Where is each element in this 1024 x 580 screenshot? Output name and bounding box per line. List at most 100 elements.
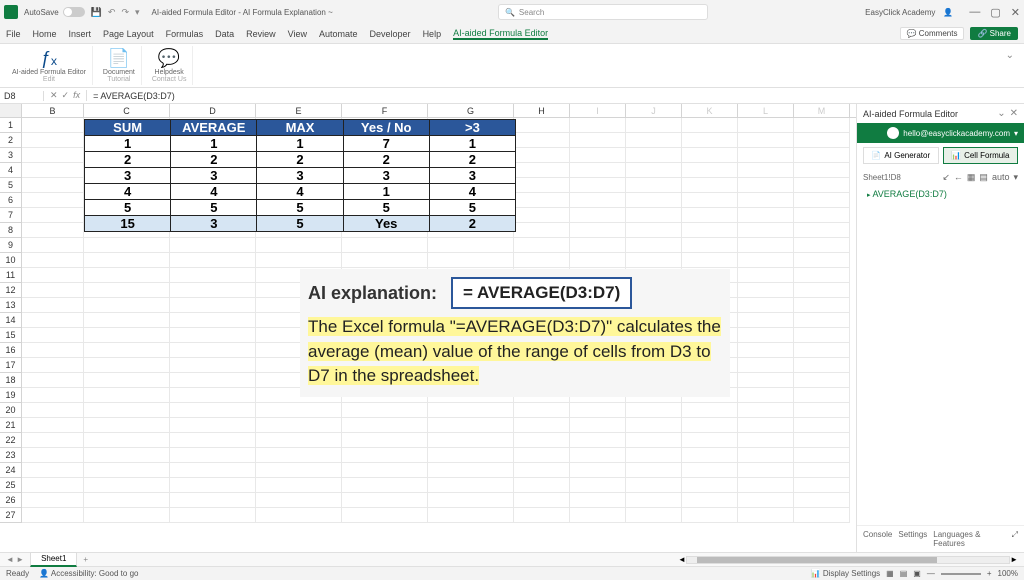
view-layout-icon[interactable]: ▤ [900, 569, 908, 578]
table-cell[interactable]: 1 [430, 136, 515, 151]
save-icon[interactable]: 💾 [91, 7, 102, 18]
row-header-9[interactable]: 9 [0, 238, 22, 253]
tab-insert[interactable]: Insert [69, 29, 92, 39]
horizontal-scrollbar[interactable] [686, 556, 1010, 564]
sidebar-tab-ai-generator[interactable]: 📄AI Generator [863, 147, 939, 164]
ribbon-group-document[interactable]: 📄 Document Tutorial [97, 46, 142, 85]
sidebar-tool-icon[interactable]: ▦ [967, 172, 976, 183]
tab-view[interactable]: View [288, 29, 307, 39]
qat-dropdown-icon[interactable]: ▾ [135, 7, 140, 18]
col-header-D[interactable]: D [170, 104, 256, 117]
table-cell[interactable]: 5 [257, 200, 343, 215]
table-cell[interactable]: 1 [344, 184, 430, 199]
account-icon[interactable]: 👤 [943, 8, 953, 17]
row-header-18[interactable]: 18 [0, 373, 22, 388]
row-header-3[interactable]: 3 [0, 148, 22, 163]
table-result-cell[interactable]: Yes [344, 216, 430, 231]
row-header-8[interactable]: 8 [0, 223, 22, 238]
table-cell[interactable]: 1 [257, 136, 343, 151]
table-cell[interactable]: 4 [85, 184, 171, 199]
tab-help[interactable]: Help [423, 29, 442, 39]
sidebar-tab-cell-formula[interactable]: 📊Cell Formula [943, 147, 1019, 164]
sidebar-formula-item[interactable]: AVERAGE(D3:D7) [857, 187, 1024, 201]
fb-fx-icon[interactable]: fx [73, 90, 80, 101]
table-cell[interactable]: 2 [171, 152, 257, 167]
formula-input[interactable]: = AVERAGE(D3:D7) [87, 91, 1024, 101]
table-cell[interactable]: 2 [85, 152, 171, 167]
status-accessibility[interactable]: 👤 Accessibility: Good to go [39, 569, 138, 578]
scroll-left-icon[interactable]: ◄ [678, 555, 686, 564]
sidebar-dropdown-icon[interactable]: ⌄ [997, 108, 1005, 119]
ribbon-collapse-icon[interactable]: ⌄ [1002, 46, 1018, 85]
row-header-4[interactable]: 4 [0, 163, 22, 178]
name-box[interactable]: D8 [0, 91, 44, 101]
row-header-19[interactable]: 19 [0, 388, 22, 403]
row-header-22[interactable]: 22 [0, 433, 22, 448]
zoom-in-icon[interactable]: + [987, 569, 992, 578]
row-header-7[interactable]: 7 [0, 208, 22, 223]
col-header-I[interactable]: I [570, 104, 626, 117]
col-header-G[interactable]: G [428, 104, 514, 117]
table-cell[interactable]: 4 [257, 184, 343, 199]
sidebar-footer-languages[interactable]: Languages & Features [933, 530, 1005, 548]
spreadsheet-grid[interactable]: BCDEFGHIJKLM 123456789101112131415161718… [0, 104, 856, 552]
ribbon-group-helpdesk[interactable]: 💬 Helpdesk Contact Us [146, 46, 194, 85]
table-cell[interactable]: 4 [430, 184, 515, 199]
sidebar-close-icon[interactable]: ✕ [1010, 108, 1018, 119]
view-normal-icon[interactable]: ▦ [886, 569, 894, 578]
tab-review[interactable]: Review [246, 29, 276, 39]
col-header-C[interactable]: C [84, 104, 170, 117]
zoom-slider[interactable] [941, 573, 981, 575]
redo-icon[interactable]: ↷ [121, 7, 129, 18]
table-cell[interactable]: 2 [430, 152, 515, 167]
email-dropdown-icon[interactable]: ▾ [1014, 129, 1018, 138]
tab-developer[interactable]: Developer [370, 29, 411, 39]
row-header-13[interactable]: 13 [0, 298, 22, 313]
scroll-right-icon[interactable]: ► [1010, 555, 1018, 564]
view-pagebreak-icon[interactable]: ▣ [913, 569, 921, 578]
table-cell[interactable]: 3 [85, 168, 171, 183]
row-header-25[interactable]: 25 [0, 478, 22, 493]
row-header-6[interactable]: 6 [0, 193, 22, 208]
table-cell[interactable]: 3 [344, 168, 430, 183]
table-cell[interactable]: 1 [171, 136, 257, 151]
table-cell[interactable]: 7 [344, 136, 430, 151]
row-header-10[interactable]: 10 [0, 253, 22, 268]
table-cell[interactable]: 5 [430, 200, 515, 215]
fb-cancel-icon[interactable]: ✕ [50, 90, 58, 101]
col-header-E[interactable]: E [256, 104, 342, 117]
tab-file[interactable]: File [6, 29, 21, 39]
search-input[interactable]: 🔍 Search [498, 4, 708, 20]
table-result-cell[interactable]: 15 [85, 216, 171, 231]
row-header-27[interactable]: 27 [0, 508, 22, 523]
close-icon[interactable]: ✕ [1011, 6, 1020, 19]
row-header-21[interactable]: 21 [0, 418, 22, 433]
table-cell[interactable]: 3 [430, 168, 515, 183]
col-header-M[interactable]: M [794, 104, 850, 117]
row-header-17[interactable]: 17 [0, 358, 22, 373]
tab-automate[interactable]: Automate [319, 29, 358, 39]
row-header-5[interactable]: 5 [0, 178, 22, 193]
row-header-20[interactable]: 20 [0, 403, 22, 418]
table-cell[interactable]: 5 [344, 200, 430, 215]
zoom-level[interactable]: 100% [998, 569, 1018, 578]
table-cell[interactable]: 3 [171, 168, 257, 183]
table-result-cell[interactable]: 3 [171, 216, 257, 231]
table-cell[interactable]: 1 [85, 136, 171, 151]
sidebar-tool-icon[interactable]: ↙ [942, 172, 950, 183]
table-cell[interactable]: 2 [344, 152, 430, 167]
sidebar-auto-dropdown-icon[interactable]: ▾ [1013, 172, 1018, 183]
tab-home[interactable]: Home [33, 29, 57, 39]
minimize-icon[interactable]: — [969, 6, 980, 19]
col-header-J[interactable]: J [626, 104, 682, 117]
row-header-12[interactable]: 12 [0, 283, 22, 298]
row-header-26[interactable]: 26 [0, 493, 22, 508]
tab-formulas[interactable]: Formulas [166, 29, 204, 39]
row-header-2[interactable]: 2 [0, 133, 22, 148]
col-header-K[interactable]: K [682, 104, 738, 117]
table-result-cell[interactable]: 5 [257, 216, 343, 231]
tab-page-layout[interactable]: Page Layout [103, 29, 154, 39]
sidebar-tool-icon[interactable]: ← [954, 172, 963, 183]
add-sheet-icon[interactable]: + [83, 555, 88, 564]
ribbon-group-editor[interactable]: ƒₓ AI-aided Formula Editor Edit [6, 46, 93, 85]
